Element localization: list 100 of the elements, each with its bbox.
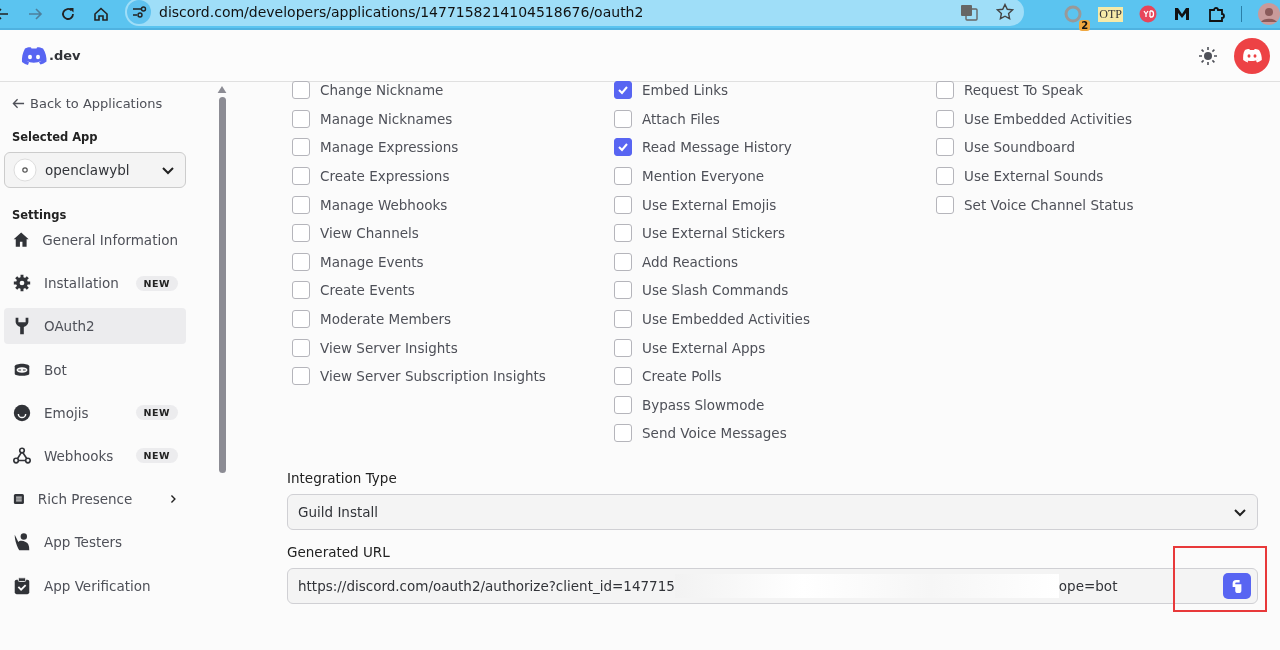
new-badge: NEW (135, 448, 178, 464)
url-text: discord.com/developers/applications/1477158214104518676/oauth2 (159, 4, 644, 20)
checkbox[interactable] (936, 195, 954, 214)
checkbox[interactable] (292, 195, 310, 214)
checkbox-label: Change Nickname (320, 82, 444, 99)
checkbox[interactable] (292, 167, 310, 186)
app-avatar-icon (13, 158, 37, 182)
integration-type-dropdown[interactable]: Guild Install (287, 494, 1258, 530)
checkbox-label: Request To Speak (964, 82, 1084, 99)
checkbox[interactable] (614, 167, 632, 186)
checkbox[interactable] (614, 195, 632, 214)
translate-icon[interactable] (960, 3, 979, 21)
sidebar-item[interactable]: Emojis NEW (4, 394, 186, 431)
section-label: Selected App (12, 130, 99, 144)
checkbox[interactable] (292, 338, 310, 357)
checkbox[interactable] (614, 395, 632, 414)
checkbox-label: Add Reactions (642, 253, 739, 270)
checkbox-label: Use Soundboard (964, 139, 1075, 156)
checkbox[interactable] (292, 252, 310, 271)
checkbox-label: Manage Nicknames (320, 110, 453, 127)
checkbox[interactable] (292, 81, 310, 100)
checkbox[interactable] (614, 310, 632, 329)
checkbox[interactable] (614, 224, 632, 243)
checkbox[interactable] (614, 338, 632, 357)
otp-extension[interactable]: OTP (1098, 6, 1123, 22)
arrow-left-icon (12, 96, 25, 110)
reload-icon[interactable] (60, 6, 76, 22)
sun-icon[interactable] (1198, 45, 1218, 66)
extension-icon[interactable] (1173, 5, 1191, 23)
checkbox[interactable] (292, 109, 310, 128)
sidebar-item[interactable]: OAuth2 (4, 308, 186, 345)
sidebar-item[interactable]: General Information (4, 222, 186, 258)
address-bar[interactable]: discord.com/developers/applications/1477158214104518676/oauth2 (125, 0, 1025, 26)
checkbox-label: Use Slash Commands (642, 282, 789, 299)
checkbox-label: Use External Sounds (964, 168, 1104, 185)
star-icon[interactable] (996, 3, 1015, 21)
field-label: Integration Type (287, 470, 398, 486)
checkbox[interactable] (614, 109, 632, 128)
checkbox-label: Use Embedded Activities (964, 110, 1132, 127)
checkbox-label: Set Voice Channel Status (964, 196, 1134, 213)
home-icon (12, 230, 31, 250)
emoji-icon (12, 402, 32, 423)
checkbox-label: Manage Events (320, 253, 424, 270)
new-badge: NEW (135, 275, 178, 291)
copy-icon (1230, 579, 1244, 593)
checkbox-label: Use External Apps (642, 339, 766, 356)
sidebar-item[interactable]: App Verification (4, 567, 186, 604)
sidebar-item[interactable]: Webhooks NEW (4, 437, 186, 474)
checkbox-label: View Channels (320, 225, 419, 242)
checkbox[interactable] (292, 310, 310, 329)
site-settings-icon[interactable] (127, 0, 151, 24)
back-link[interactable]: Back to Applications (4, 92, 200, 114)
sidebar-item[interactable]: Bot (4, 351, 186, 388)
checkbox[interactable] (292, 224, 310, 243)
checkbox[interactable] (936, 138, 954, 157)
checkbox-label: Send Voice Messages (642, 425, 787, 442)
sidebar-item[interactable]: Installation NEW (4, 265, 186, 302)
profile-avatar[interactable] (1258, 3, 1280, 25)
sidebar-item[interactable]: App Testers (4, 524, 186, 561)
checkbox-label: Use External Emojis (642, 196, 777, 213)
checkbox-label: Create Events (320, 282, 415, 299)
checkbox-label: Read Message History (642, 139, 792, 156)
checkbox[interactable] (936, 167, 954, 186)
clipboard-icon (12, 575, 32, 596)
checkbox[interactable] (614, 252, 632, 271)
checkbox-label: Create Expressions (320, 168, 450, 185)
scroll-up-icon[interactable] (217, 86, 227, 93)
scrollbar-thumb[interactable] (218, 97, 226, 473)
forward-icon[interactable] (27, 6, 43, 22)
checkbox-label: Use Embedded Activities (642, 311, 810, 328)
webhook-icon (12, 445, 32, 466)
app-selector[interactable]: openclawybl (4, 152, 186, 188)
checkbox[interactable] (614, 367, 632, 386)
user-avatar[interactable] (1234, 37, 1270, 74)
checkbox-label: Create Polls (642, 368, 722, 385)
extension-badge: 2 (1079, 20, 1091, 31)
new-badge: NEW (135, 405, 178, 421)
checkbox[interactable] (614, 281, 632, 300)
checkbox[interactable] (614, 81, 632, 100)
checkbox-label: Moderate Members (320, 311, 452, 328)
checkbox[interactable] (614, 424, 632, 443)
field-label: Generated URL (287, 544, 391, 560)
checkbox[interactable] (936, 109, 954, 128)
checkbox[interactable] (936, 81, 954, 100)
checkbox[interactable] (292, 138, 310, 157)
checkbox[interactable] (292, 281, 310, 300)
copy-button[interactable] (1223, 573, 1251, 599)
sidebar-item[interactable]: Rich Presence (4, 481, 186, 518)
checkbox-label: Attach Files (642, 110, 720, 127)
checkbox[interactable] (292, 367, 310, 386)
person-icon (12, 532, 32, 553)
checkbox-label: Manage Expressions (320, 139, 459, 156)
checkbox-label: Embed Links (642, 82, 729, 99)
checkbox-label: Use External Stickers (642, 225, 786, 242)
checkbox-label: View Server Subscription Insights (320, 368, 546, 385)
checkbox[interactable] (614, 138, 632, 157)
home-icon[interactable] (93, 6, 109, 22)
puzzle-icon[interactable] (1207, 5, 1225, 23)
gear-icon (12, 273, 32, 294)
discord-logo-icon[interactable] (20, 45, 48, 66)
